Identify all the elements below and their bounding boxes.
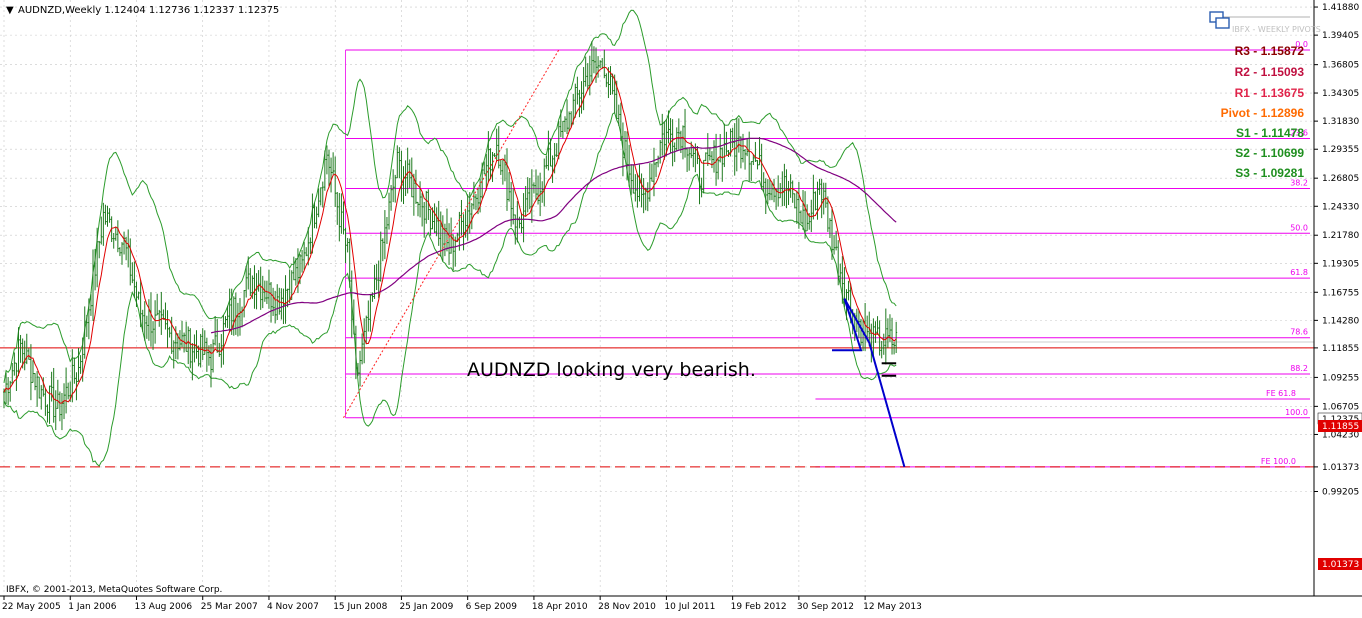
annotation-text: AUDNZD looking very bearish.: [467, 359, 756, 381]
fib-level-label: 78.6: [1290, 328, 1308, 337]
y-tick-label: 1.06705: [1322, 402, 1359, 412]
y-tick-label: 1.29355: [1322, 145, 1359, 155]
x-tick-label: 25 Jan 2009: [399, 602, 453, 612]
y-tick-label: 1.09255: [1322, 373, 1359, 383]
pivot-r2: R2 - 1.15093: [1235, 65, 1305, 79]
pivot-r3: R3 - 1.15872: [1235, 44, 1305, 58]
x-tick-label: 12 May 2013: [863, 602, 922, 612]
y-tick-label: 1.16755: [1322, 288, 1359, 298]
y-tick-label: 1.34305: [1322, 89, 1359, 99]
hline-price-label: 1.11855: [1322, 422, 1359, 432]
pivot-s2: S2 - 1.10699: [1235, 146, 1304, 160]
y-tick-label: 1.26805: [1322, 174, 1359, 184]
fib-expansion-label: FE 61.8: [1266, 389, 1296, 398]
pivot-r1: R1 - 1.13675: [1235, 86, 1305, 100]
y-tick-label: 1.39405: [1322, 31, 1359, 41]
x-tick-label: 4 Nov 2007: [267, 602, 319, 612]
x-tick-label: 13 Aug 2006: [134, 602, 192, 612]
y-tick-label: 1.19305: [1322, 259, 1359, 269]
y-tick-label: 1.11855: [1322, 344, 1359, 354]
fib-level-label: 100.0: [1285, 408, 1308, 417]
chart-title: AUDNZD,Weekly 1.12404 1.12736 1.12337 1.…: [18, 5, 279, 16]
y-tick-label: 1.01373: [1322, 463, 1359, 473]
y-tick-label: 1.14280: [1322, 316, 1359, 326]
x-tick-label: 30 Sep 2012: [797, 602, 854, 612]
x-tick-label: 28 Nov 2010: [598, 602, 656, 612]
hline-price-tag: 1.11855: [1318, 420, 1362, 432]
y-tick-label: 0.99205: [1322, 488, 1359, 498]
y-tick-label: 1.36805: [1322, 61, 1359, 71]
fib-level-label: 61.8: [1290, 268, 1308, 277]
y-tick-label: 1.24330: [1322, 202, 1359, 212]
pivot-panel-header: IBFX - WEEKLY PIVOTS: [1232, 25, 1321, 34]
pivot-main: Pivot - 1.12896: [1221, 106, 1305, 120]
y-tick-label: 1.41880: [1322, 3, 1359, 13]
y-tick-label: 1.31830: [1322, 117, 1359, 127]
fib-expansion-label: FE 100.0: [1261, 457, 1296, 466]
x-tick-label: 10 Jul 2011: [664, 602, 715, 612]
price-chart[interactable]: 0.023.638.250.061.878.688.2100.0FE 61.8F…: [0, 0, 1362, 614]
title-arrow-icon[interactable]: ▼: [6, 5, 14, 16]
x-tick-label: 6 Sep 2009: [466, 602, 518, 612]
x-tick-label: 22 May 2005: [2, 602, 61, 612]
x-tick-label: 25 Mar 2007: [201, 602, 258, 612]
x-tick-label: 1 Jan 2006: [68, 602, 116, 612]
fib-level-label: 88.2: [1290, 364, 1308, 373]
fib-level-label: 50.0: [1290, 223, 1308, 232]
y-tick-label: 1.21780: [1322, 231, 1359, 241]
pivot-s1: S1 - 1.11478: [1236, 126, 1304, 140]
fe100-price-tag: 1.01373: [1318, 558, 1362, 570]
chart-window[interactable]: 0.0 23.6 38.2 50.0 61.8 78.6 88.2 100.0 FE 61.8 F…: [0, 0, 1362, 614]
x-tick-label: 19 Feb 2012: [731, 602, 787, 612]
x-tick-label: 15 Jun 2008: [333, 602, 387, 612]
pivot-s3: S3 - 1.09281: [1235, 166, 1304, 180]
x-tick-label: 18 Apr 2010: [532, 602, 588, 612]
copyright-text: IBFX, © 2001-2013, MetaQuotes Software C…: [6, 585, 222, 595]
fe100-price-label: 1.01373: [1322, 560, 1359, 570]
